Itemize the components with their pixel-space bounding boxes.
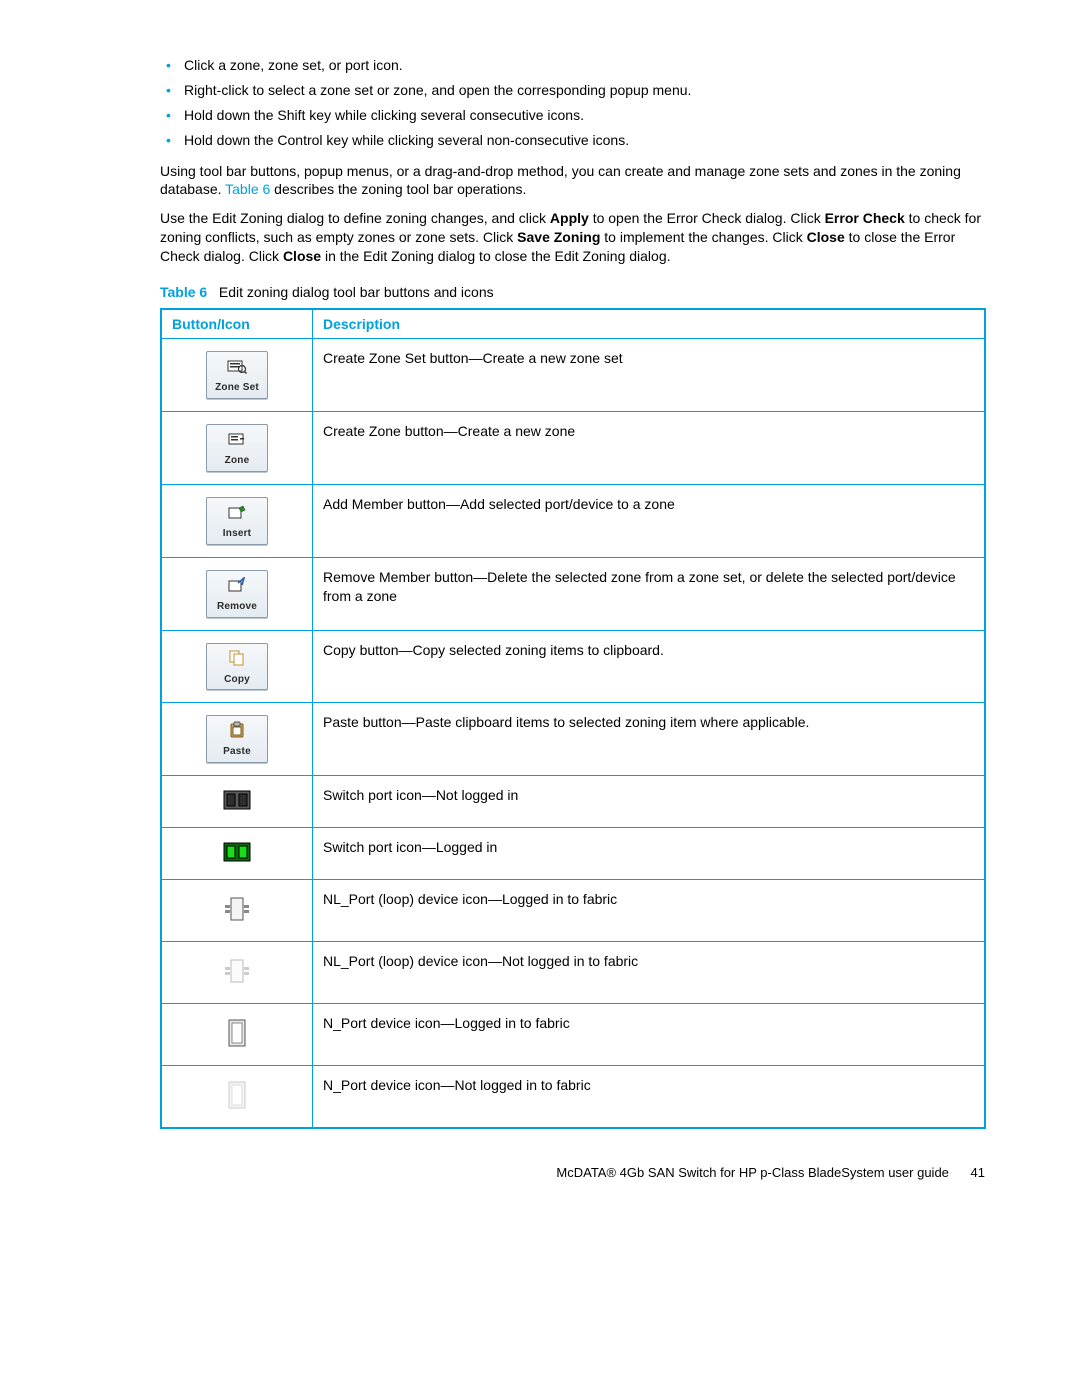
bullet-item: Hold down the Control key while clicking…: [160, 131, 985, 150]
table-row: Paste Paste button—Paste clipboard items…: [161, 703, 985, 776]
nl-port-notlogged-icon: [222, 956, 252, 986]
btn-label: Insert: [223, 528, 251, 539]
bullet-item: Hold down the Shift key while clicking s…: [160, 106, 985, 125]
desc-cell: NL_Port (loop) device icon—Not logged in…: [313, 942, 986, 1004]
paste-button[interactable]: Paste: [206, 715, 268, 763]
table-row: N_Port device icon—Logged in to fabric: [161, 1003, 985, 1065]
table-header-row: Button/Icon Description: [161, 309, 985, 339]
table-row: Zone Set Create Zone Set button—Create a…: [161, 339, 985, 412]
switch-port-notlogged-icon: [223, 790, 251, 810]
table-row: Copy Copy button—Copy selected zoning it…: [161, 630, 985, 703]
desc-cell: Switch port icon—Not logged in: [313, 776, 986, 828]
paragraph-edit-zoning: Use the Edit Zoning dialog to define zon…: [160, 209, 985, 266]
col-description: Description: [313, 309, 986, 339]
bullet-item: Click a zone, zone set, or port icon.: [160, 56, 985, 75]
table-row: Insert Add Member button—Add selected po…: [161, 484, 985, 557]
apply-label: Apply: [550, 210, 589, 226]
table-6-link[interactable]: Table 6: [225, 181, 270, 197]
copy-button[interactable]: Copy: [206, 643, 268, 691]
text: describes the zoning tool bar operations…: [270, 181, 526, 197]
table-row: Zone Create Zone button—Create a new zon…: [161, 411, 985, 484]
zone-icon: [207, 429, 267, 449]
desc-cell: N_Port device icon—Not logged in to fabr…: [313, 1065, 986, 1127]
btn-label: Zone: [225, 455, 250, 466]
desc-cell: Create Zone Set button—Create a new zone…: [313, 339, 986, 412]
bullet-item: Right-click to select a zone set or zone…: [160, 81, 985, 100]
zoning-table: Button/Icon Description Zone: [160, 308, 986, 1129]
table-number: Table 6: [160, 284, 207, 300]
footer-doc-title: McDATA® 4Gb SAN Switch for HP p-Class Bl…: [556, 1165, 949, 1180]
n-port-logged-icon: [226, 1018, 248, 1048]
desc-cell: Create Zone button—Create a new zone: [313, 411, 986, 484]
paste-icon: [207, 720, 267, 740]
bullet-list: Click a zone, zone set, or port icon. Ri…: [160, 56, 985, 150]
desc-cell: Remove Member button—Delete the selected…: [313, 557, 986, 630]
page: Click a zone, zone set, or port icon. Ri…: [0, 0, 1080, 1210]
desc-cell: Add Member button—Add selected port/devi…: [313, 484, 986, 557]
zone-set-icon: [207, 356, 267, 376]
desc-cell: Paste button—Paste clipboard items to se…: [313, 703, 986, 776]
table-row: Remove Remove Member button—Delete the s…: [161, 557, 985, 630]
error-check-label: Error Check: [825, 210, 905, 226]
zone-set-button[interactable]: Zone Set: [206, 351, 268, 399]
btn-label: Zone Set: [215, 382, 259, 393]
text: to implement the changes. Click: [600, 229, 806, 245]
col-button-icon: Button/Icon: [161, 309, 313, 339]
insert-icon: [207, 502, 267, 522]
close-label: Close: [283, 248, 321, 264]
desc-cell: Switch port icon—Logged in: [313, 828, 986, 880]
save-zoning-label: Save Zoning: [517, 229, 600, 245]
page-footer: McDATA® 4Gb SAN Switch for HP p-Class Bl…: [160, 1165, 985, 1180]
table-row: NL_Port (loop) device icon—Logged in to …: [161, 880, 985, 942]
switch-port-logged-icon: [223, 842, 251, 862]
table-row: Switch port icon—Logged in: [161, 828, 985, 880]
n-port-notlogged-icon: [226, 1080, 248, 1110]
desc-cell: Copy button—Copy selected zoning items t…: [313, 630, 986, 703]
text: to open the Error Check dialog. Click: [589, 210, 825, 226]
nl-port-logged-icon: [222, 894, 252, 924]
table-row: N_Port device icon—Not logged in to fabr…: [161, 1065, 985, 1127]
close-label: Close: [807, 229, 845, 245]
desc-cell: NL_Port (loop) device icon—Logged in to …: [313, 880, 986, 942]
btn-label: Copy: [224, 674, 250, 685]
table-row: NL_Port (loop) device icon—Not logged in…: [161, 942, 985, 1004]
insert-button[interactable]: Insert: [206, 497, 268, 545]
zone-button[interactable]: Zone: [206, 424, 268, 472]
remove-button[interactable]: Remove: [206, 570, 268, 618]
remove-icon: [207, 575, 267, 595]
text: Use the Edit Zoning dialog to define zon…: [160, 210, 550, 226]
btn-label: Remove: [217, 601, 257, 612]
table-title: Edit zoning dialog tool bar buttons and …: [219, 284, 494, 300]
table-caption: Table 6 Edit zoning dialog tool bar butt…: [160, 284, 985, 300]
desc-cell: N_Port device icon—Logged in to fabric: [313, 1003, 986, 1065]
copy-icon: [207, 648, 267, 668]
btn-label: Paste: [223, 746, 251, 757]
paragraph-toolbar-intro: Using tool bar buttons, popup menus, or …: [160, 162, 985, 200]
text: in the Edit Zoning dialog to close the E…: [321, 248, 670, 264]
footer-page-number: 41: [971, 1165, 985, 1180]
table-row: Switch port icon—Not logged in: [161, 776, 985, 828]
